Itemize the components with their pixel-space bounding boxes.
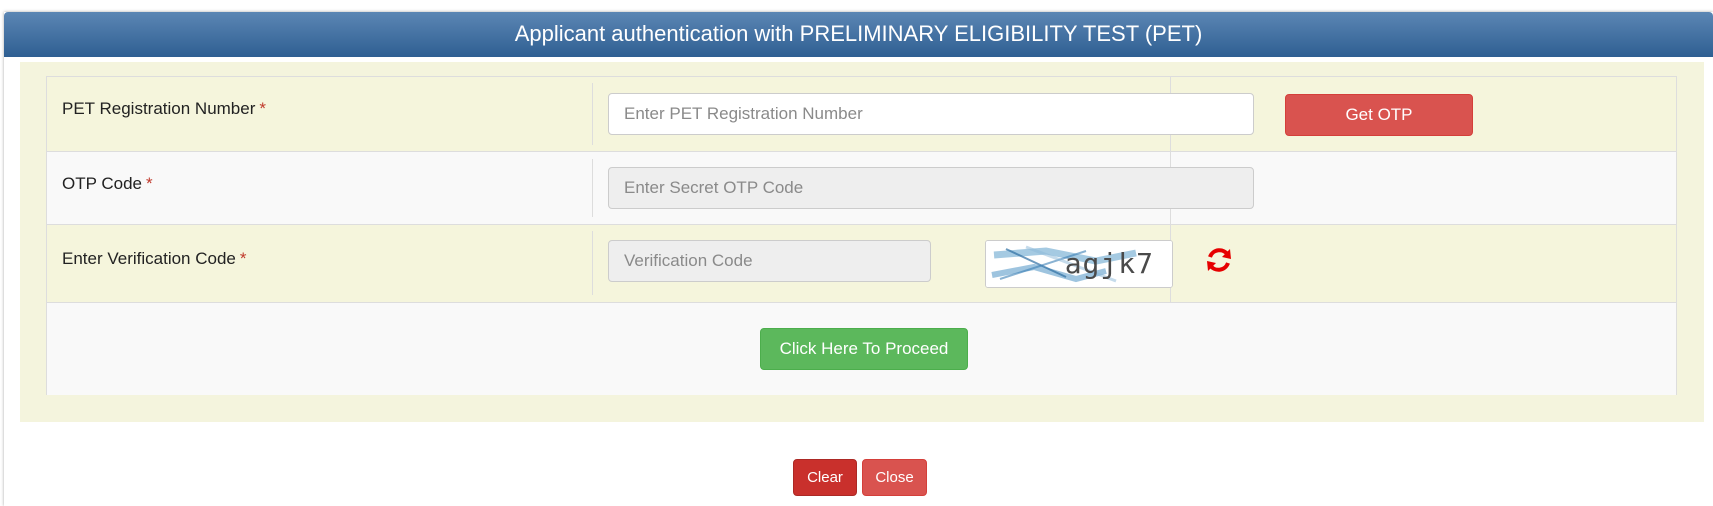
proceed-button[interactable]: Click Here To Proceed: [760, 328, 968, 370]
clear-button[interactable]: Clear: [793, 459, 857, 496]
column-divider: [592, 231, 593, 295]
required-marker: *: [146, 174, 153, 193]
close-button[interactable]: Close: [862, 459, 927, 496]
verification-code-input[interactable]: [608, 240, 931, 282]
pet-registration-input[interactable]: [608, 93, 1254, 135]
captcha-image: agjk7: [985, 240, 1173, 288]
otp-label: OTP Code *: [62, 174, 153, 193]
pet-registration-label: PET Registration Number *: [62, 99, 266, 118]
get-otp-button[interactable]: Get OTP: [1285, 94, 1473, 136]
captcha-text: agjk7: [1064, 247, 1154, 280]
refresh-icon[interactable]: [1204, 245, 1234, 275]
required-marker: *: [239, 249, 247, 268]
column-divider: [592, 159, 593, 217]
otp-input[interactable]: [608, 167, 1254, 209]
required-marker: *: [259, 99, 266, 118]
verification-label: Enter Verification Code *: [62, 249, 247, 268]
column-divider: [592, 83, 593, 145]
dialog-title: Applicant authentication with PRELIMINAR…: [4, 12, 1713, 57]
